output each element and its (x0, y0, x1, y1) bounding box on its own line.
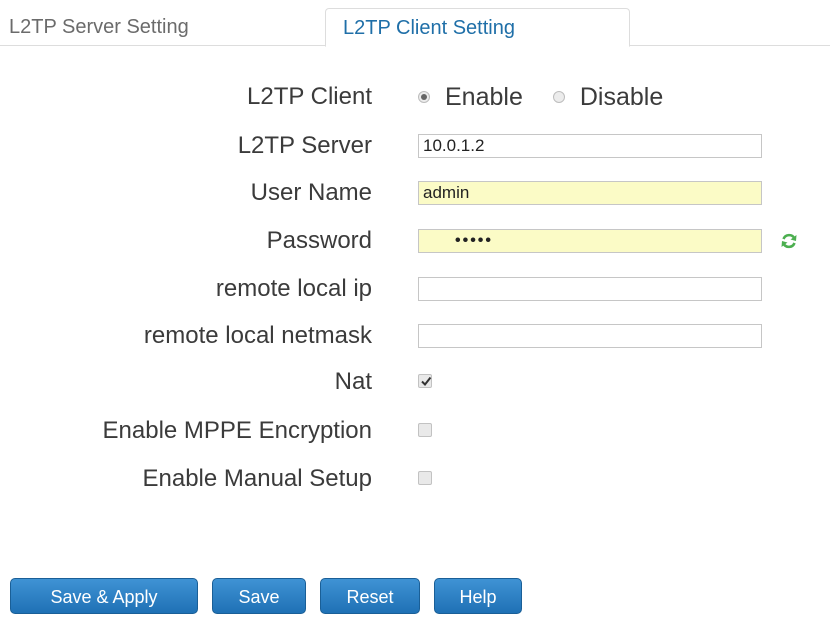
user-name-label: User Name (250, 179, 372, 206)
manual-setup-label: Enable Manual Setup (142, 465, 373, 492)
l2tp-client-radio-group: Enable Disable (418, 77, 693, 117)
user-name-input[interactable] (418, 181, 762, 205)
nat-label: Nat (334, 368, 372, 395)
nat-row: Nat (0, 362, 830, 402)
enable-option-label: Enable (445, 82, 523, 111)
tab-bar: L2TP Server Setting L2TP Client Setting (0, 0, 830, 47)
radio-checked-icon[interactable] (418, 91, 430, 103)
tab-l2tp-server-setting[interactable]: L2TP Server Setting (0, 8, 310, 46)
mppe-row: Enable MPPE Encryption (0, 411, 830, 451)
l2tp-server-row: L2TP Server (0, 126, 830, 166)
checkmark-icon (421, 376, 432, 387)
l2tp-client-enable-radio[interactable]: Enable (418, 83, 523, 112)
remote-local-netmask-label: remote local netmask (143, 322, 372, 349)
help-button[interactable]: Help (434, 578, 522, 614)
manual-setup-checkbox[interactable] (418, 471, 432, 485)
l2tp-server-label: L2TP Server (237, 132, 372, 159)
remote-local-ip-input[interactable] (418, 277, 762, 301)
radio-unchecked-icon[interactable] (552, 91, 565, 103)
reset-button[interactable]: Reset (320, 578, 420, 614)
disable-option-label: Disable (579, 82, 664, 111)
remote-local-ip-label: remote local ip (215, 275, 372, 302)
manual-setup-row: Enable Manual Setup (0, 459, 830, 499)
tab-l2tp-client-setting[interactable]: L2TP Client Setting (325, 8, 630, 47)
password-input[interactable] (418, 229, 762, 253)
mppe-checkbox[interactable] (418, 423, 432, 437)
remote-local-netmask-input[interactable] (418, 324, 762, 348)
l2tp-client-label: L2TP Client (247, 83, 372, 110)
user-name-row: User Name (0, 173, 830, 213)
save-apply-button[interactable]: Save & Apply (10, 578, 198, 614)
password-label: Password (266, 227, 372, 254)
l2tp-client-disable-radio[interactable]: Disable (552, 82, 664, 112)
password-row: Password (0, 221, 830, 261)
remote-local-netmask-row: remote local netmask (0, 316, 830, 356)
l2tp-client-row: L2TP Client Enable Disable (0, 77, 830, 117)
l2tp-server-input[interactable] (418, 134, 762, 158)
nat-checkbox[interactable] (418, 374, 432, 388)
refresh-icon[interactable] (779, 231, 799, 251)
save-button[interactable]: Save (212, 578, 306, 614)
mppe-label: Enable MPPE Encryption (102, 417, 372, 444)
remote-local-ip-row: remote local ip (0, 269, 830, 309)
